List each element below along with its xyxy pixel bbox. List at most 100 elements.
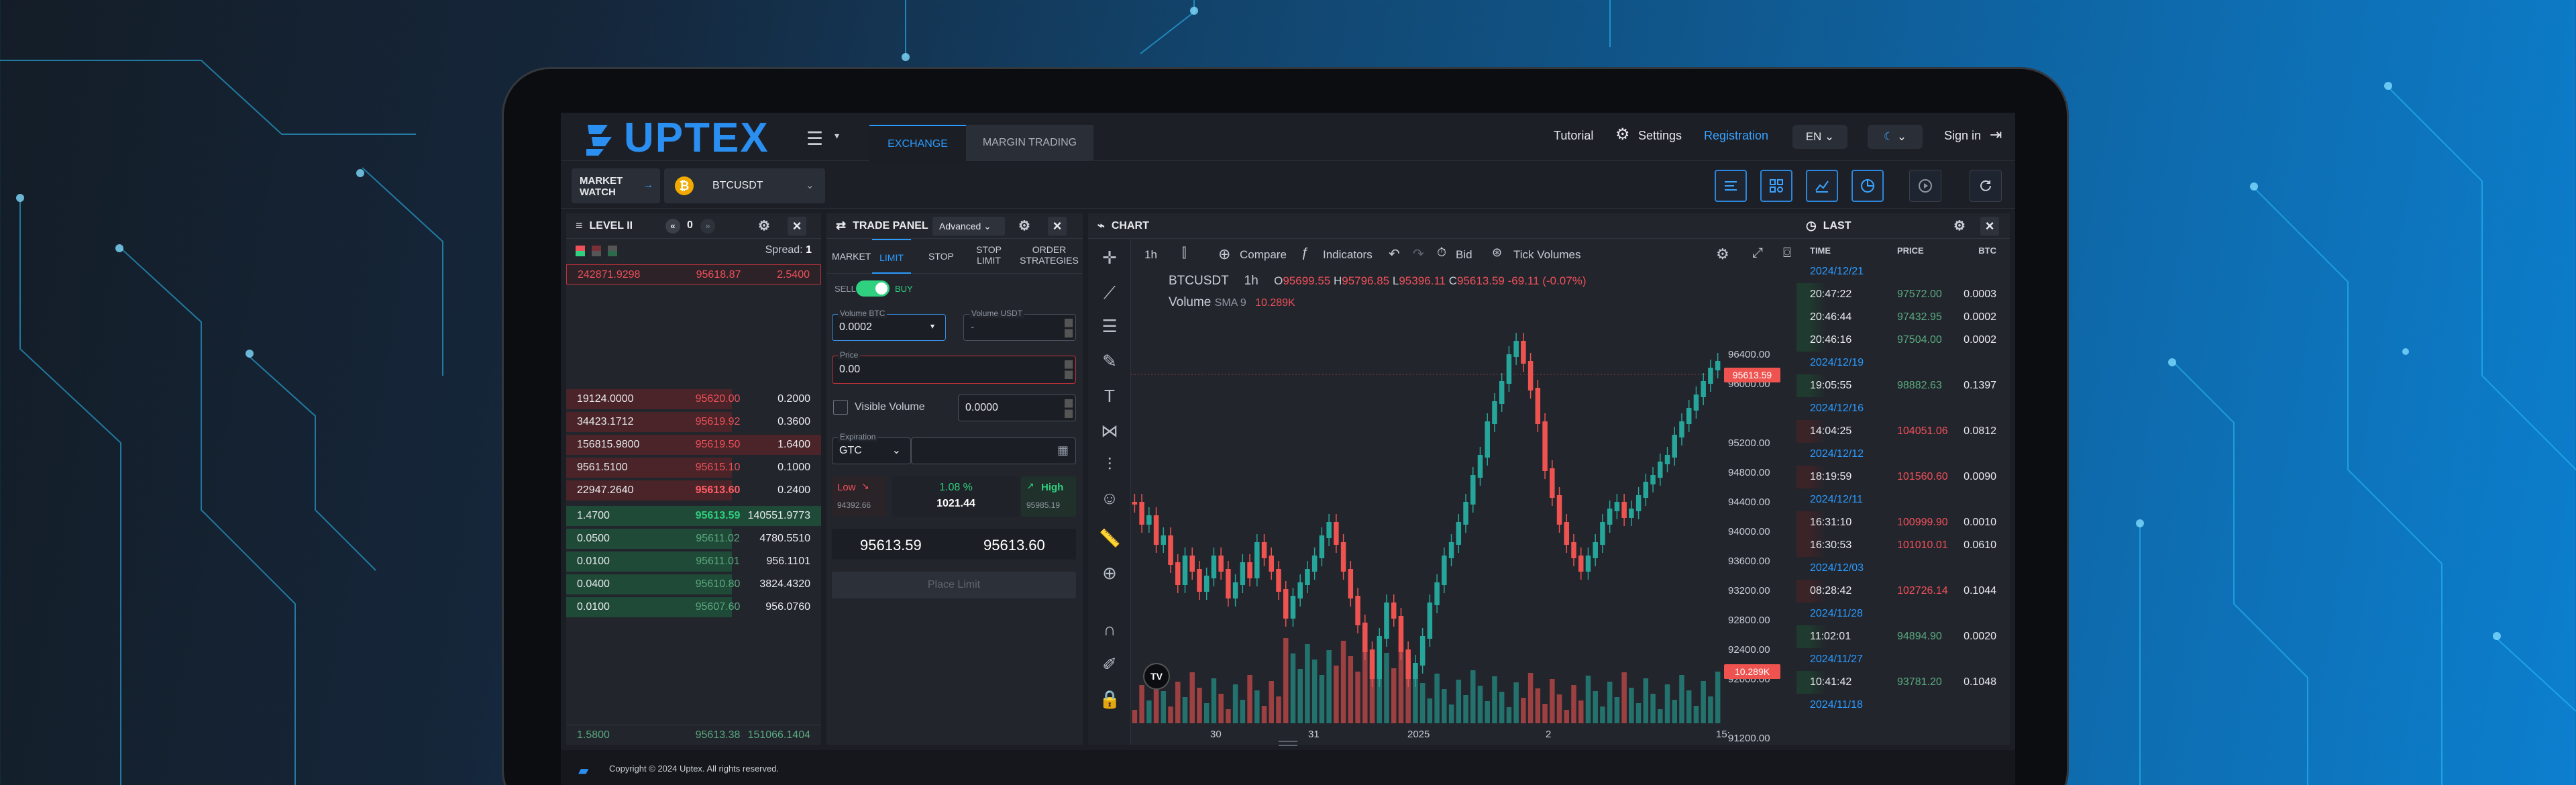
panel-resize-handle[interactable] [1279,741,1297,746]
market-watch-button[interactable]: MARKET WATCH → [572,168,660,203]
trade-row[interactable]: 20:47:22 97572.00 0.0003 [1796,283,2010,306]
trade-row[interactable]: 20:46:16 97504.00 0.0002 [1796,329,2010,352]
level2-gear-icon[interactable]: ⚙ [757,219,771,233]
brush-icon[interactable]: ✎ [1099,350,1120,372]
candlestick-chart[interactable] [1131,301,1721,723]
trade-row[interactable]: 16:30:53 101010.01 0.0610 [1796,534,2010,557]
price-field[interactable]: Price 0.00 [832,350,1076,384]
bid-price[interactable]: 95613.59 [860,537,922,554]
trade-close-button[interactable]: × [1048,217,1067,235]
indicators-icon[interactable]: ƒ [1301,246,1309,261]
buy-sell-toggle[interactable] [856,280,890,297]
signin-icon[interactable]: ⇥ [1990,126,2002,144]
book-both-icon[interactable] [576,246,585,256]
book-bids-icon[interactable] [608,246,617,256]
layout-list-button[interactable] [1715,170,1747,202]
emoji-icon[interactable]: ☺ [1099,487,1120,509]
depth-increase-button[interactable]: » [700,219,715,233]
play-button[interactable] [1909,170,1941,202]
redo-icon[interactable]: ↷ [1413,246,1424,262]
trade-row[interactable]: 20:46:44 97432.95 0.0002 [1796,306,2010,329]
ask-row[interactable]: 156815.9800 95619.50 1.6400 [566,435,821,455]
theme-toggle[interactable]: ☾ ⌄ [1868,125,1923,149]
volume-btc-dropdown-icon[interactable]: ▾ [930,321,934,331]
tab-order-strategies[interactable]: ORDER STRATEGIES [1016,244,1083,266]
price-axis[interactable]: 96400.00 96000.00 95200.00 94800.00 94400.00… [1721,270,1807,744]
settings-gear-icon[interactable]: ⚙ [1615,125,1630,144]
ruler-icon[interactable]: 📏 [1099,527,1120,549]
text-tool-icon[interactable]: T [1099,385,1120,407]
level2-close-button[interactable]: × [788,217,806,235]
settings-link[interactable]: Settings [1638,129,1682,143]
time-axis[interactable]: 30 31 2025 2 15: [1131,726,1807,745]
tutorial-link[interactable]: Tutorial [1554,129,1593,143]
interval-button[interactable]: 1h [1144,248,1157,262]
ask-row[interactable]: 34423.1712 95619.92 0.3600 [566,412,821,432]
tab-margin-trading[interactable]: MARGIN TRADING [966,125,1093,161]
visible-volume-field[interactable]: 0.0000 [958,395,1076,421]
calendar-icon[interactable]: ▦ [1057,443,1069,458]
indicators-button[interactable]: Indicators [1323,248,1373,262]
magnet-icon[interactable]: ∩ [1099,619,1120,640]
ask-row-top[interactable]: 242871.9298 95618.87 2.5400 [566,264,821,284]
layout-grid-button[interactable] [1760,170,1792,202]
ask-row[interactable]: 19124.0000 95620.00 0.2000 [566,389,821,409]
last-gear-icon[interactable]: ⚙ [1952,219,1967,233]
tab-limit[interactable]: LIMIT [872,239,911,274]
language-select[interactable]: EN ⌄ [1792,125,1847,149]
last-close-button[interactable]: × [1980,217,1999,235]
tab-stop[interactable]: STOP [928,251,954,262]
ask-row[interactable]: 9561.5100 95615.10 0.1000 [566,458,821,478]
compare-plus-icon[interactable]: ⊕ [1218,246,1230,263]
compare-button[interactable]: Compare [1240,248,1287,262]
expiration-select[interactable]: Expiration GTC ⌄ [832,432,911,464]
menu-caret-icon[interactable]: ▾ [835,130,839,142]
screenshot-icon[interactable]: ⌼ [1783,246,1791,261]
bid-alert-icon[interactable]: ⏱ [1437,246,1446,260]
layout-chart-button[interactable] [1806,170,1838,202]
fib-lines-icon[interactable]: ☰ [1099,315,1120,337]
layout-pie-button[interactable] [1851,170,1884,202]
lock-drawings-icon[interactable]: ✐ [1099,653,1120,675]
registration-link[interactable]: Registration [1704,129,1768,143]
bid-row[interactable]: 0.0100 95607.60 956.0760 [566,597,821,617]
hamburger-menu-icon[interactable]: ☰ [806,127,823,150]
depth-decrease-button[interactable]: « [665,219,680,233]
tick-volumes-icon[interactable]: ⊛ [1492,246,1502,260]
book-asks-icon[interactable] [592,246,601,256]
price-stepper-icon[interactable] [1065,360,1073,379]
lock-icon[interactable]: 🔒 [1099,688,1120,710]
trade-row[interactable]: 16:31:10 100999.90 0.0010 [1796,511,2010,534]
fullscreen-icon[interactable]: ⤢ [1752,246,1763,261]
pattern-icon[interactable]: ⋈ [1099,420,1120,441]
chart-settings-icon[interactable]: ⚙ [1716,246,1729,263]
undo-icon[interactable]: ↶ [1389,246,1400,262]
trade-row[interactable]: 11:02:01 94894.90 0.0020 [1796,625,2010,648]
volume-usdt-stepper-icon[interactable] [1065,319,1073,337]
forecast-icon[interactable]: ⫶ [1099,454,1120,475]
pair-selector[interactable]: ₿ BTCUSDT ⌄ [664,168,825,203]
trade-row[interactable]: 18:19:59 101560.60 0.0090 [1796,466,2010,488]
tab-market[interactable]: MARKET [832,251,871,262]
crosshair-icon[interactable]: ✛ [1099,247,1120,268]
trade-row[interactable]: 08:28:42 102726.14 0.1044 [1796,580,2010,603]
expiration-date-field[interactable]: ▦ [911,437,1076,464]
ask-row[interactable]: 22947.2640 95613.60 0.2400 [566,480,821,501]
candle-type-icon[interactable]: ⫿ [1182,246,1186,261]
trade-gear-icon[interactable]: ⚙ [1017,219,1032,233]
volume-usdt-field[interactable]: Volume USDT - [963,309,1076,341]
place-limit-button[interactable]: Place Limit [832,572,1076,598]
signin-link[interactable]: Sign in [1944,129,1981,143]
trade-mode-select[interactable]: Advanced ⌄ [932,217,1005,235]
trend-line-icon[interactable]: ⟋ [1099,282,1120,303]
bid-button[interactable]: Bid [1456,248,1472,262]
tick-volumes-button[interactable]: Tick Volumes [1513,248,1580,262]
visible-volume-checkbox[interactable] [833,400,848,415]
ask-price[interactable]: 95613.60 [983,537,1045,554]
trade-row[interactable]: 10:41:42 93781.20 0.1048 [1796,671,2010,694]
volume-btc-field[interactable]: Volume BTC 0.0002 ▾ [832,309,946,341]
trade-row[interactable]: 14:04:25 104051.06 0.0812 [1796,420,2010,443]
bid-row[interactable]: 0.0100 95611.01 956.1101 [566,552,821,572]
bid-row[interactable]: 0.0400 95610.80 3824.4320 [566,574,821,594]
bid-row[interactable]: 1.4700 95613.59 140551.9773 [566,506,821,526]
